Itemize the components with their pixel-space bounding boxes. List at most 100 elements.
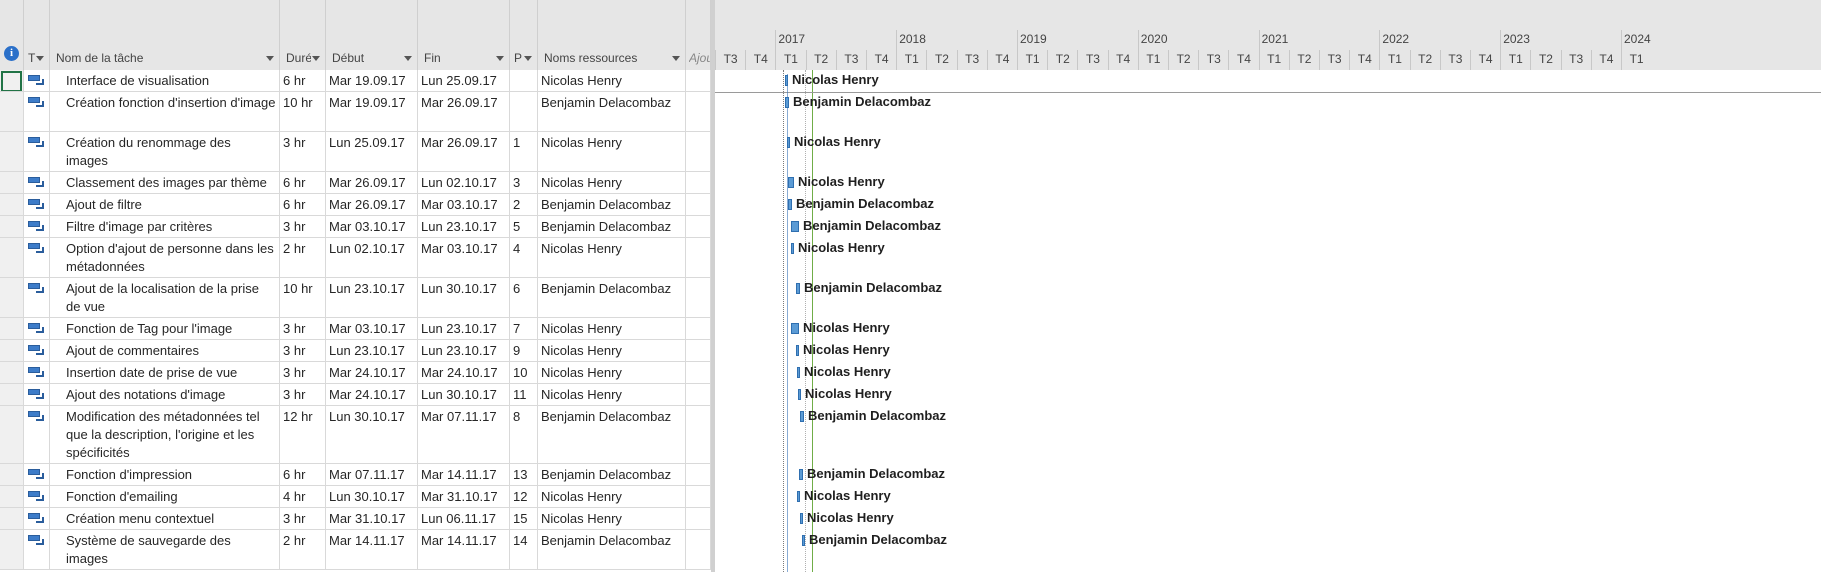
duration-cell[interactable]: 2 hr [280, 530, 326, 569]
predecessors-cell[interactable]: 2 [510, 194, 538, 215]
duration-cell[interactable]: 3 hr [280, 362, 326, 383]
finish-cell[interactable]: Mar 07.11.17 [418, 406, 510, 463]
add-column-cell[interactable] [686, 384, 711, 405]
task-name-cell[interactable]: Création menu contextuel [50, 508, 280, 529]
predecessors-cell[interactable]: 13 [510, 464, 538, 485]
task-name-cell[interactable]: Fonction d'impression [50, 464, 280, 485]
resource-cell[interactable]: Benjamin Delacombaz [538, 406, 686, 463]
task-bar[interactable] [800, 411, 804, 422]
table-row[interactable]: Ajout de filtre 6 hr Mar 26.09.17 Mar 03.10… [0, 194, 711, 216]
table-row[interactable]: Ajout des notations d'image 3 hr Mar 24.10… [0, 384, 711, 406]
resource-cell[interactable]: Nicolas Henry [538, 384, 686, 405]
task-bar[interactable] [800, 513, 803, 524]
dropdown-arrow-icon[interactable] [312, 56, 320, 61]
add-column-cell[interactable] [686, 132, 711, 171]
task-bar[interactable] [791, 221, 799, 232]
dropdown-arrow-icon[interactable] [672, 56, 680, 61]
finish-cell[interactable]: Lun 02.10.17 [418, 172, 510, 193]
dropdown-arrow-icon[interactable] [266, 56, 274, 61]
resource-cell[interactable]: Benjamin Delacombaz [538, 278, 686, 317]
resource-cell[interactable]: Nicolas Henry [538, 132, 686, 171]
duration-cell[interactable]: 6 hr [280, 172, 326, 193]
row-selector[interactable] [0, 486, 24, 507]
table-row[interactable]: Option d'ajout de personne dans les méta… [0, 238, 711, 278]
task-bar[interactable] [797, 367, 800, 378]
finish-cell[interactable]: Mar 14.11.17 [418, 530, 510, 569]
task-mode-cell[interactable] [24, 238, 50, 277]
task-mode-cell[interactable] [24, 278, 50, 317]
dropdown-arrow-icon[interactable] [404, 56, 412, 61]
task-name-cell[interactable]: Ajout de commentaires [50, 340, 280, 361]
finish-cell[interactable]: Lun 30.10.17 [418, 384, 510, 405]
task-mode-cell[interactable] [24, 406, 50, 463]
row-selector[interactable] [0, 92, 24, 131]
add-column-cell[interactable] [686, 70, 711, 91]
finish-cell[interactable]: Mar 26.09.17 [418, 132, 510, 171]
finish-cell[interactable]: Mar 26.09.17 [418, 92, 510, 131]
duration-cell[interactable]: 6 hr [280, 70, 326, 91]
add-column-cell[interactable] [686, 194, 711, 215]
start-cell[interactable]: Lun 30.10.17 [326, 406, 418, 463]
task-name-cell[interactable]: Insertion date de prise de vue [50, 362, 280, 383]
table-row[interactable]: Interface de visualisation 6 hr Mar 19.09.… [0, 70, 711, 92]
table-row[interactable]: Filtre d'image par critères 3 hr Mar 03.10… [0, 216, 711, 238]
task-name-cell[interactable]: Classement des images par thème [50, 172, 280, 193]
task-bar[interactable] [791, 323, 799, 334]
duration-cell[interactable]: 6 hr [280, 464, 326, 485]
task-mode-cell[interactable] [24, 318, 50, 339]
task-mode-cell[interactable] [24, 464, 50, 485]
task-mode-cell[interactable] [24, 92, 50, 131]
row-selector[interactable] [0, 216, 24, 237]
task-name-cell[interactable]: Création fonction d'insertion d'image [50, 92, 280, 131]
task-mode-cell[interactable] [24, 362, 50, 383]
start-cell[interactable]: Lun 23.10.17 [326, 340, 418, 361]
table-row[interactable]: Création fonction d'insertion d'image 10 … [0, 92, 711, 132]
table-row[interactable]: Insertion date de prise de vue 3 hr Mar 24… [0, 362, 711, 384]
predecessors-cell[interactable] [510, 92, 538, 131]
predecessors-cell[interactable]: 6 [510, 278, 538, 317]
dropdown-arrow-icon[interactable] [496, 56, 504, 61]
finish-cell[interactable]: Mar 24.10.17 [418, 362, 510, 383]
start-cell[interactable]: Mar 07.11.17 [326, 464, 418, 485]
predecessors-cell[interactable]: 3 [510, 172, 538, 193]
task-mode-cell[interactable] [24, 132, 50, 171]
task-mode-cell[interactable] [24, 486, 50, 507]
task-bar[interactable] [788, 177, 794, 188]
add-column-header[interactable]: Ajouter une nouvelle colonne [686, 0, 711, 70]
row-selector[interactable] [0, 340, 24, 361]
task-mode-cell[interactable] [24, 172, 50, 193]
task-mode-cell[interactable] [24, 508, 50, 529]
task-name-cell[interactable]: Option d'ajout de personne dans les méta… [50, 238, 280, 277]
dropdown-arrow-icon[interactable] [36, 56, 44, 61]
table-row[interactable]: Création du renommage des images 3 hr Lun … [0, 132, 711, 172]
task-mode-cell[interactable] [24, 340, 50, 361]
predecessors-cell[interactable]: 11 [510, 384, 538, 405]
table-row[interactable]: Fonction d'emailing 4 hr Lun 30.10.17 Mar 3… [0, 486, 711, 508]
finish-cell[interactable]: Lun 23.10.17 [418, 340, 510, 361]
finish-cell[interactable]: Mar 03.10.17 [418, 238, 510, 277]
table-row[interactable]: Fonction d'impression 6 hr Mar 07.11.17 Mar… [0, 464, 711, 486]
duration-cell[interactable]: 3 hr [280, 318, 326, 339]
duration-cell[interactable]: 12 hr [280, 406, 326, 463]
add-column-cell[interactable] [686, 216, 711, 237]
predecessors-header[interactable]: P [510, 0, 538, 70]
start-cell[interactable]: Mar 19.09.17 [326, 92, 418, 131]
add-column-cell[interactable] [686, 172, 711, 193]
finish-cell[interactable]: Mar 31.10.17 [418, 486, 510, 507]
task-mode-cell[interactable] [24, 216, 50, 237]
resource-cell[interactable]: Benjamin Delacombaz [538, 530, 686, 569]
resources-header[interactable]: Noms ressources [538, 0, 686, 70]
add-column-cell[interactable] [686, 238, 711, 277]
duration-cell[interactable]: 3 hr [280, 384, 326, 405]
start-cell[interactable]: Lun 30.10.17 [326, 486, 418, 507]
add-column-cell[interactable] [686, 464, 711, 485]
row-selector[interactable] [0, 132, 24, 171]
duration-cell[interactable]: 3 hr [280, 508, 326, 529]
task-name-cell[interactable]: Système de sauvegarde des images [50, 530, 280, 569]
task-name-header[interactable]: Nom de la tâche [50, 0, 280, 70]
row-selector[interactable] [0, 278, 24, 317]
task-bar[interactable] [788, 199, 792, 210]
finish-cell[interactable]: Lun 23.10.17 [418, 216, 510, 237]
resource-cell[interactable]: Benjamin Delacombaz [538, 216, 686, 237]
resource-cell[interactable]: Nicolas Henry [538, 70, 686, 91]
